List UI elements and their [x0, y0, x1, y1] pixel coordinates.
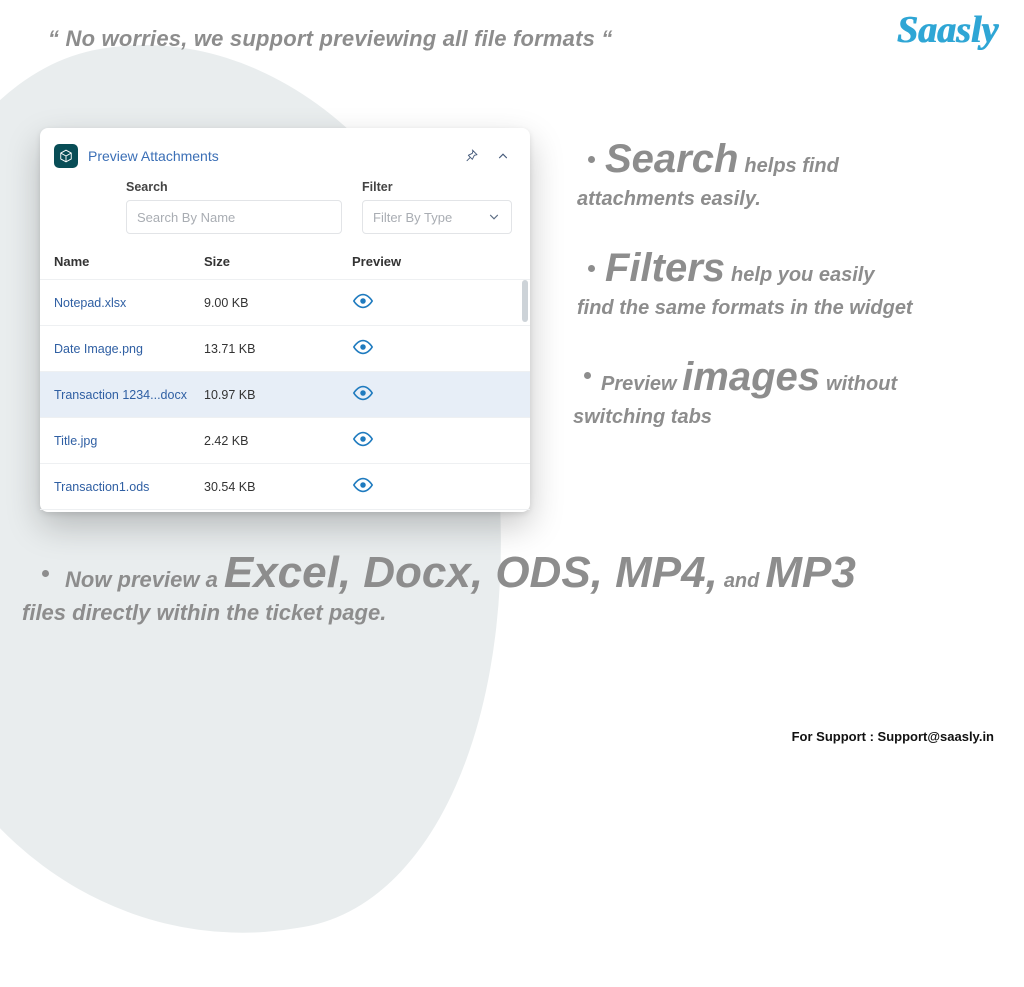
file-name[interactable]: Title.jpg	[54, 434, 204, 448]
file-size: 9.00 KB	[204, 296, 344, 310]
scroll-thumb[interactable]	[522, 280, 528, 322]
col-size: Size	[204, 254, 344, 269]
file-size: 2.42 KB	[204, 434, 344, 448]
file-name[interactable]: Date Image.png	[54, 342, 204, 356]
table-row[interactable]: Transaction 1234...docx10.97 KB	[40, 372, 530, 418]
eye-icon	[352, 431, 374, 450]
widget-title: Preview Attachments	[88, 148, 219, 164]
table-row[interactable]: Transaction1.ods30.54 KB	[40, 464, 530, 510]
bullet-filters: Filtershelp you easily find the same for…	[562, 241, 1002, 322]
page-tagline: “ No worries, we support previewing all …	[48, 26, 613, 52]
pin-icon[interactable]	[462, 147, 480, 165]
filter-placeholder: Filter By Type	[373, 210, 452, 225]
eye-icon	[352, 477, 374, 496]
file-name[interactable]: Notepad.xlsx	[54, 296, 204, 310]
bullet-images: Preview imageswithout switching tabs	[558, 350, 1002, 431]
preview-button[interactable]	[344, 477, 516, 496]
table-row[interactable]: Notepad.xlsx9.00 KB	[40, 280, 530, 326]
table-row[interactable]: Date Image.png13.71 KB	[40, 326, 530, 372]
file-size: 13.71 KB	[204, 342, 344, 356]
widget-header: Preview Attachments	[40, 128, 530, 176]
file-name[interactable]: Transaction1.ods	[54, 480, 204, 494]
preview-button[interactable]	[344, 385, 516, 404]
preview-button[interactable]	[344, 293, 516, 312]
collapse-icon[interactable]	[494, 147, 512, 165]
eye-icon	[352, 339, 374, 358]
table-header: Name Size Preview	[40, 244, 530, 280]
scrollbar[interactable]	[522, 280, 528, 512]
bullet-dot-icon	[584, 372, 591, 379]
col-name: Name	[54, 254, 204, 269]
feature-bullets: Searchhelps find attachments easily. Fil…	[562, 132, 1002, 459]
search-input-wrap	[126, 200, 342, 234]
cube-icon	[54, 144, 78, 168]
bullet-dot-icon	[588, 265, 595, 272]
search-label: Search	[126, 180, 342, 194]
bullet-search: Searchhelps find attachments easily.	[562, 132, 1002, 213]
preview-attachments-widget: Preview Attachments Search Filter Filter…	[40, 128, 530, 512]
col-preview: Preview	[344, 254, 516, 269]
brand-logo: Saasly	[897, 8, 998, 52]
eye-icon	[352, 293, 374, 312]
search-input[interactable]	[137, 210, 331, 225]
file-size: 30.54 KB	[204, 480, 344, 494]
preview-button[interactable]	[344, 431, 516, 450]
table-row[interactable]: Title.jpg2.42 KB	[40, 418, 530, 464]
file-name[interactable]: Transaction 1234...docx	[54, 388, 204, 402]
table-body: Notepad.xlsx9.00 KBDate Image.png13.71 K…	[40, 280, 530, 512]
bullet-dot-icon	[588, 156, 595, 163]
filter-label: Filter	[362, 180, 512, 194]
file-size: 10.97 KB	[204, 388, 344, 402]
chevron-down-icon	[487, 210, 501, 224]
filter-select[interactable]: Filter By Type	[362, 200, 512, 234]
support-contact: For Support : Support@saasly.in	[792, 729, 994, 744]
preview-button[interactable]	[344, 339, 516, 358]
eye-icon	[352, 385, 374, 404]
bottom-feature: Now preview a Excel, Docx, ODS, MP4, and…	[18, 548, 1008, 626]
widget-controls: Search Filter Filter By Type	[40, 176, 530, 244]
bullet-dot-icon	[42, 570, 49, 577]
